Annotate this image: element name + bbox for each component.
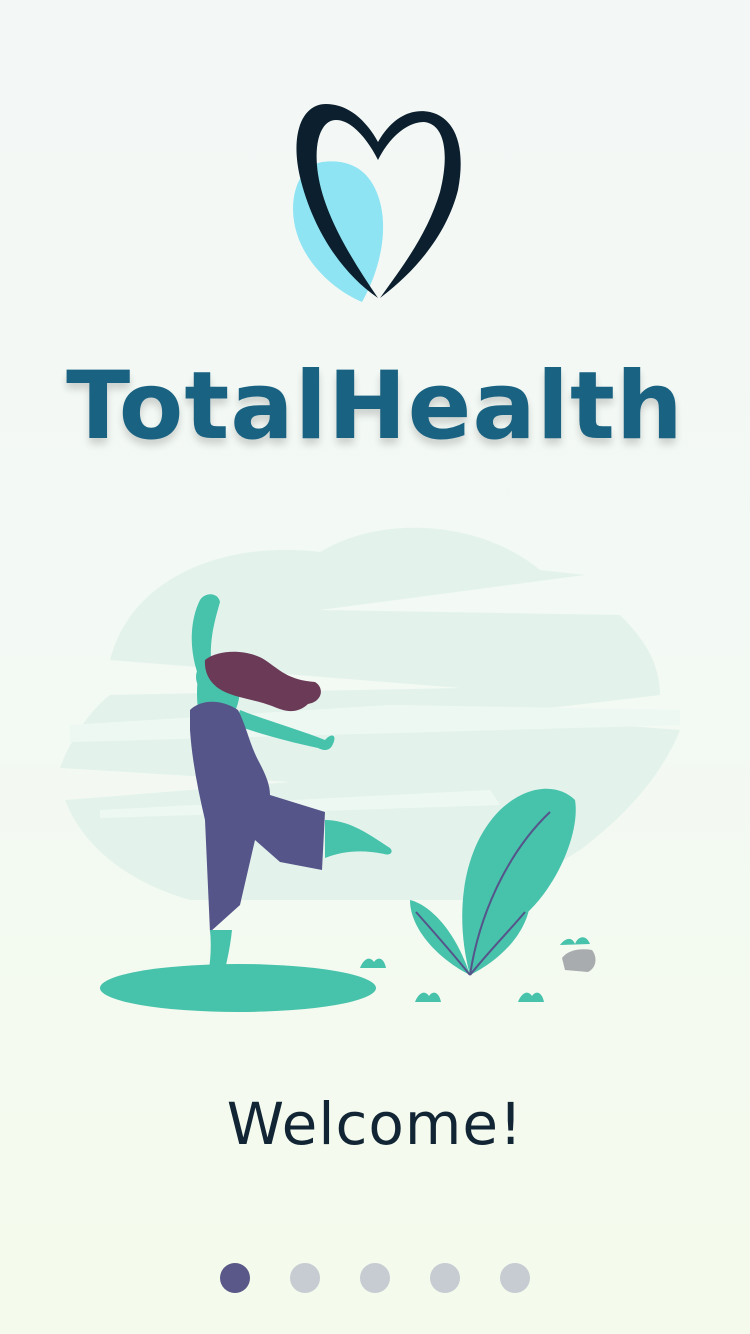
heart-logo-icon	[293, 104, 461, 302]
page-dot-2[interactable]	[290, 1263, 320, 1293]
welcome-text: Welcome!	[226, 1090, 524, 1158]
app-title: TotalHealth	[66, 352, 684, 461]
page-dot-5[interactable]	[500, 1263, 530, 1293]
page-dot-3[interactable]	[360, 1263, 390, 1293]
page-dot-4[interactable]	[430, 1263, 460, 1293]
dancing-woman-illustration	[60, 527, 680, 1012]
page-dot-1[interactable]	[220, 1263, 250, 1293]
page-indicator	[0, 1263, 750, 1293]
